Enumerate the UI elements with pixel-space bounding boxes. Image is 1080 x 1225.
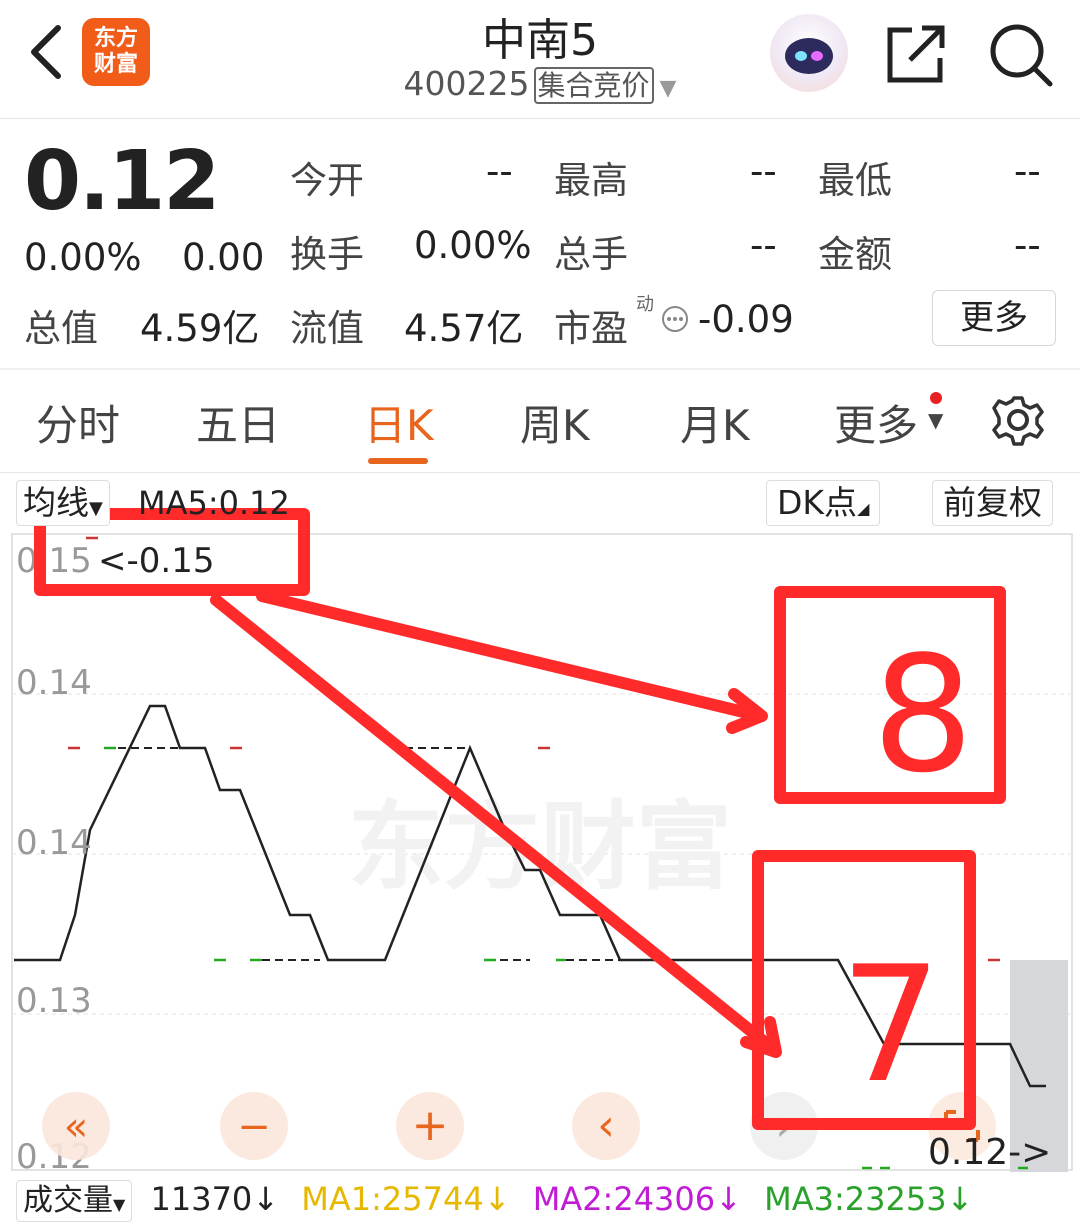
low-value: -- [1014,150,1041,193]
open-value: -- [486,150,513,193]
tab-weekly-k[interactable]: 周K [520,392,590,453]
volume-ma1: MA1:25744 [301,1180,484,1218]
y-tick-label: 0.14 [16,823,92,863]
annotation-number-7: 7 [840,931,942,1118]
current-price: 0.12 [24,134,220,229]
chevron-left-icon[interactable] [22,22,72,82]
volume-select[interactable]: 成交量▼ [16,1180,133,1222]
annotation-number-8: 8 [872,621,974,808]
dk-point-label: DK点 [777,483,858,522]
arrow-down-icon: ↓ [252,1180,280,1218]
info-icon[interactable] [660,304,690,334]
stock-name: 中南5 [482,15,598,66]
open-label: 今开 [290,159,364,202]
divider [0,368,1080,370]
plus-icon[interactable]: + [412,1100,449,1151]
robot-avatar-icon[interactable] [770,14,848,92]
turnover-value: 0.00% [414,224,532,267]
caret-down-icon: ▼ [928,408,944,432]
volume-indicator-row: 成交量▼ 11370↓ MA1:25744↓ MA2:24306↓ MA3:23… [16,1180,973,1222]
tab-monthly-k[interactable]: 月K [680,392,750,453]
stock-code: 400225 [403,64,530,103]
more-quote-button[interactable]: 更多 [932,290,1056,346]
chevron-left-icon[interactable]: ‹ [597,1100,615,1151]
change-value: 0.00 [182,236,265,279]
notification-dot [930,392,942,404]
ma5-label: MA5:0.12 [138,484,290,522]
adjust-select[interactable]: 前复权 [932,480,1053,526]
low-label: 最低 [818,159,892,202]
arrow-down-icon: ↓ [946,1180,974,1218]
double-left-icon[interactable]: « [64,1104,88,1150]
ma-select[interactable]: 均线▼ [16,480,110,526]
minus-icon[interactable]: − [237,1104,271,1150]
app-logo[interactable]: 东方 财富 [82,18,150,86]
kline-chart[interactable]: 东方财富 0.15 0.14 0.14 0.13 0.12 <-0.15 « −… [0,470,1080,1210]
y-tick-label: 0.15 [16,541,92,581]
volume-value: -- [750,224,777,267]
caret-down-icon: ▼ [89,498,103,519]
search-icon[interactable] [986,20,1056,90]
tab-more[interactable]: 更多 [834,392,918,453]
caret-down-icon[interactable]: ▼ [660,76,677,101]
change-pct: 0.00% [24,236,142,279]
status-tag: 集合竞价 [533,67,654,104]
logo-text-line2: 财富 [93,52,138,77]
arrow-down-icon: ↓ [483,1180,511,1218]
ma-select-label: 均线 [23,483,89,522]
float-label: 流值 [290,307,364,350]
settings-gear-icon[interactable] [992,394,1044,446]
pe-value: -0.09 [698,298,794,341]
watermark: 东方财富 [348,791,732,903]
max-price-marker: <-0.15 [98,541,214,581]
volume-ma2: MA2:24306 [532,1180,716,1218]
logo-text-line1: 东方 [93,26,138,51]
volume-select-label: 成交量 [23,1183,113,1218]
corner-caret-icon: ◢ [857,499,870,518]
dk-point-button[interactable]: DK点◢ [766,480,881,526]
y-tick-label: 0.14 [16,663,92,703]
caret-down-icon: ▼ [113,1195,126,1214]
amount-label: 金额 [818,233,892,276]
share-icon[interactable] [884,22,948,86]
mktcap-value: 4.59亿 [140,307,260,350]
mktcap-label: 总值 [24,307,98,350]
stock-subline[interactable]: 400225 集合竞价 ▼ [390,64,690,104]
last-price-marker: 0.12-> [928,1132,1051,1173]
high-value: -- [750,150,777,193]
tab-daily-k[interactable]: 日K [364,392,434,453]
arrow-down-icon: ↓ [715,1180,742,1218]
tab-five-day[interactable]: 五日 [196,392,280,453]
active-tab-indicator [368,458,428,464]
pe-label: 市盈 [554,307,628,350]
volume-value: 11370 [150,1180,253,1218]
tab-intraday[interactable]: 分时 [36,392,120,453]
y-tick-label: 0.13 [16,981,92,1021]
volume-label: 总手 [554,233,628,276]
volume-ma3: MA3:23253 [764,1180,947,1218]
high-label: 最高 [554,159,628,202]
turnover-label: 换手 [290,233,364,276]
float-value: 4.57亿 [404,307,524,350]
amount-value: -- [1014,224,1041,267]
pe-superscript: 动 [636,294,654,315]
